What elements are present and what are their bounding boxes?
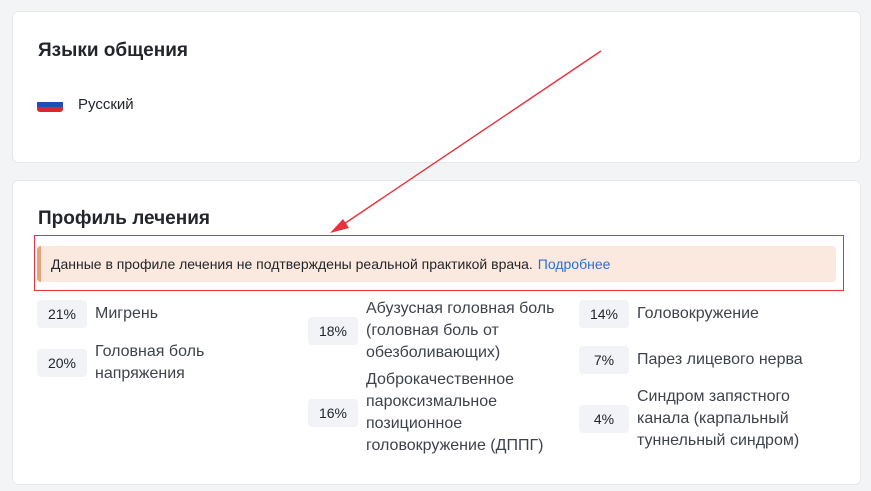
percent-badge: 7% — [579, 346, 629, 374]
condition-label: Мигрень — [95, 305, 159, 322]
conditions-column-2: 18% Абузусная головная боль (головная бо… — [308, 298, 566, 457]
warning-banner: Данные в профиле лечения не подтверждены… — [37, 246, 836, 282]
more-info-link[interactable]: Подробнее — [538, 256, 611, 272]
russia-flag-icon — [37, 97, 63, 112]
percent-badge: 20% — [37, 349, 87, 377]
condition-label: Доброкачественное пароксизмальное позици… — [366, 371, 544, 454]
percent-badge: 16% — [308, 399, 358, 427]
percent-badge: 14% — [579, 300, 629, 328]
condition-item: 18% Абузусная головная боль (головная бо… — [308, 298, 566, 364]
condition-item: 20% Головная боль напряжения — [37, 341, 245, 385]
condition-label: Синдром запястного канала (карпальный ту… — [637, 388, 800, 449]
language-label: Русский — [78, 96, 134, 113]
condition-item: 21% Мигрень — [37, 300, 245, 328]
condition-item: 14% Головокружение — [579, 300, 837, 328]
conditions-column-3: 14% Головокружение 7% Парез лицевого нер… — [579, 300, 837, 452]
treatment-profile-card: Профиль лечения Данные в профиле лечения… — [12, 180, 861, 485]
warning-text: Данные в профиле лечения не подтверждены… — [51, 256, 533, 272]
condition-label: Головная боль напряжения — [95, 343, 205, 382]
condition-item: 4% Синдром запястного канала (карпальный… — [579, 386, 837, 452]
language-item: Русский — [37, 96, 134, 113]
condition-item: 16% Доброкачественное пароксизмальное по… — [308, 369, 566, 457]
languages-card: Языки общения Русский — [12, 11, 861, 163]
conditions-column-1: 21% Мигрень 20% Головная боль напряжения — [37, 300, 245, 385]
treatment-profile-title: Профиль лечения — [38, 208, 210, 229]
languages-title: Языки общения — [38, 40, 188, 61]
condition-label: Головокружение — [637, 305, 759, 322]
condition-item: 7% Парез лицевого нерва — [579, 346, 837, 374]
condition-label: Парез лицевого нерва — [637, 351, 803, 368]
condition-label: Абузусная головная боль (головная боль о… — [366, 300, 555, 361]
percent-badge: 4% — [579, 405, 629, 433]
percent-badge: 18% — [308, 317, 358, 345]
percent-badge: 21% — [37, 300, 87, 328]
